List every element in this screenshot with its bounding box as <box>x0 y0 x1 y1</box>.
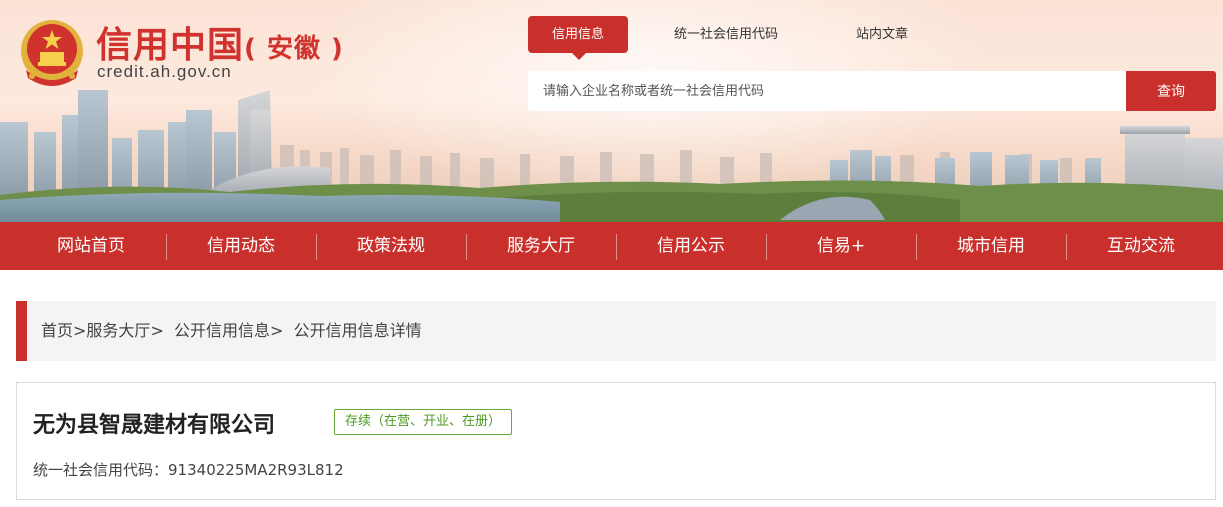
nav-item-home[interactable]: 网站首页 <box>16 222 166 270</box>
site-title-text: 信用中国 <box>96 25 245 66</box>
breadcrumb-service-hall[interactable]: 服务大厅 <box>86 321 150 340</box>
nav-item-policy[interactable]: 政策法规 <box>316 222 466 270</box>
tab-credit-code[interactable]: 统一社会信用代码 <box>674 16 778 53</box>
breadcrumb-separator: > <box>73 321 87 340</box>
nav-item-xinyi-plus[interactable]: 信易+ <box>766 222 916 270</box>
breadcrumb-home[interactable]: 首页 <box>41 321 73 340</box>
breadcrumb-separator: > <box>150 321 164 340</box>
nav-item-service-hall[interactable]: 服务大厅 <box>466 222 616 270</box>
breadcrumb-separator: > <box>270 321 284 340</box>
national-emblem-icon <box>21 20 83 86</box>
credit-code-value: 91340225MA2R93L812 <box>168 461 344 479</box>
credit-code: 统一社会信用代码：91340225MA2R93L812 <box>33 459 344 480</box>
company-card: 无为县智晟建材有限公司 存续（在营、开业、在册） 统一社会信用代码：913402… <box>16 382 1216 500</box>
nav-item-city-credit[interactable]: 城市信用 <box>916 222 1066 270</box>
search-bar: 查询 <box>528 71 1216 111</box>
nav-item-credit-news[interactable]: 信用动态 <box>166 222 316 270</box>
search-input[interactable] <box>528 71 1126 111</box>
status-badge: 存续（在营、开业、在册） <box>334 409 513 435</box>
breadcrumb-current: 公开信用信息详情 <box>293 321 422 340</box>
nav-item-credit-publicity[interactable]: 信用公示 <box>616 222 766 270</box>
site-domain: credit.ah.gov.cn <box>97 62 232 81</box>
company-name: 无为县智晟建材有限公司 <box>33 413 276 438</box>
main-nav: 网站首页 信用动态 政策法规 服务大厅 信用公示 信易+ 城市信用 互动交流 <box>0 222 1223 270</box>
breadcrumb-public-credit-info[interactable]: 公开信用信息 <box>174 321 270 340</box>
tab-credit-info[interactable]: 信用信息 <box>528 16 628 60</box>
credit-code-label: 统一社会信用代码： <box>33 461 169 479</box>
search-button[interactable]: 查询 <box>1126 71 1216 111</box>
nav-item-interaction[interactable]: 互动交流 <box>1066 222 1216 270</box>
site-province: ( 安徽 ) <box>244 34 344 64</box>
breadcrumb: 首页>服务大厅> 公开信用信息> 公开信用信息详情 <box>16 301 1216 361</box>
tab-site-articles[interactable]: 站内文章 <box>856 16 908 53</box>
header-banner: 信用中国( 安徽 ) credit.ah.gov.cn 信用信息 统一社会信用代… <box>0 0 1223 222</box>
site-title: 信用中国( 安徽 ) <box>96 16 344 66</box>
